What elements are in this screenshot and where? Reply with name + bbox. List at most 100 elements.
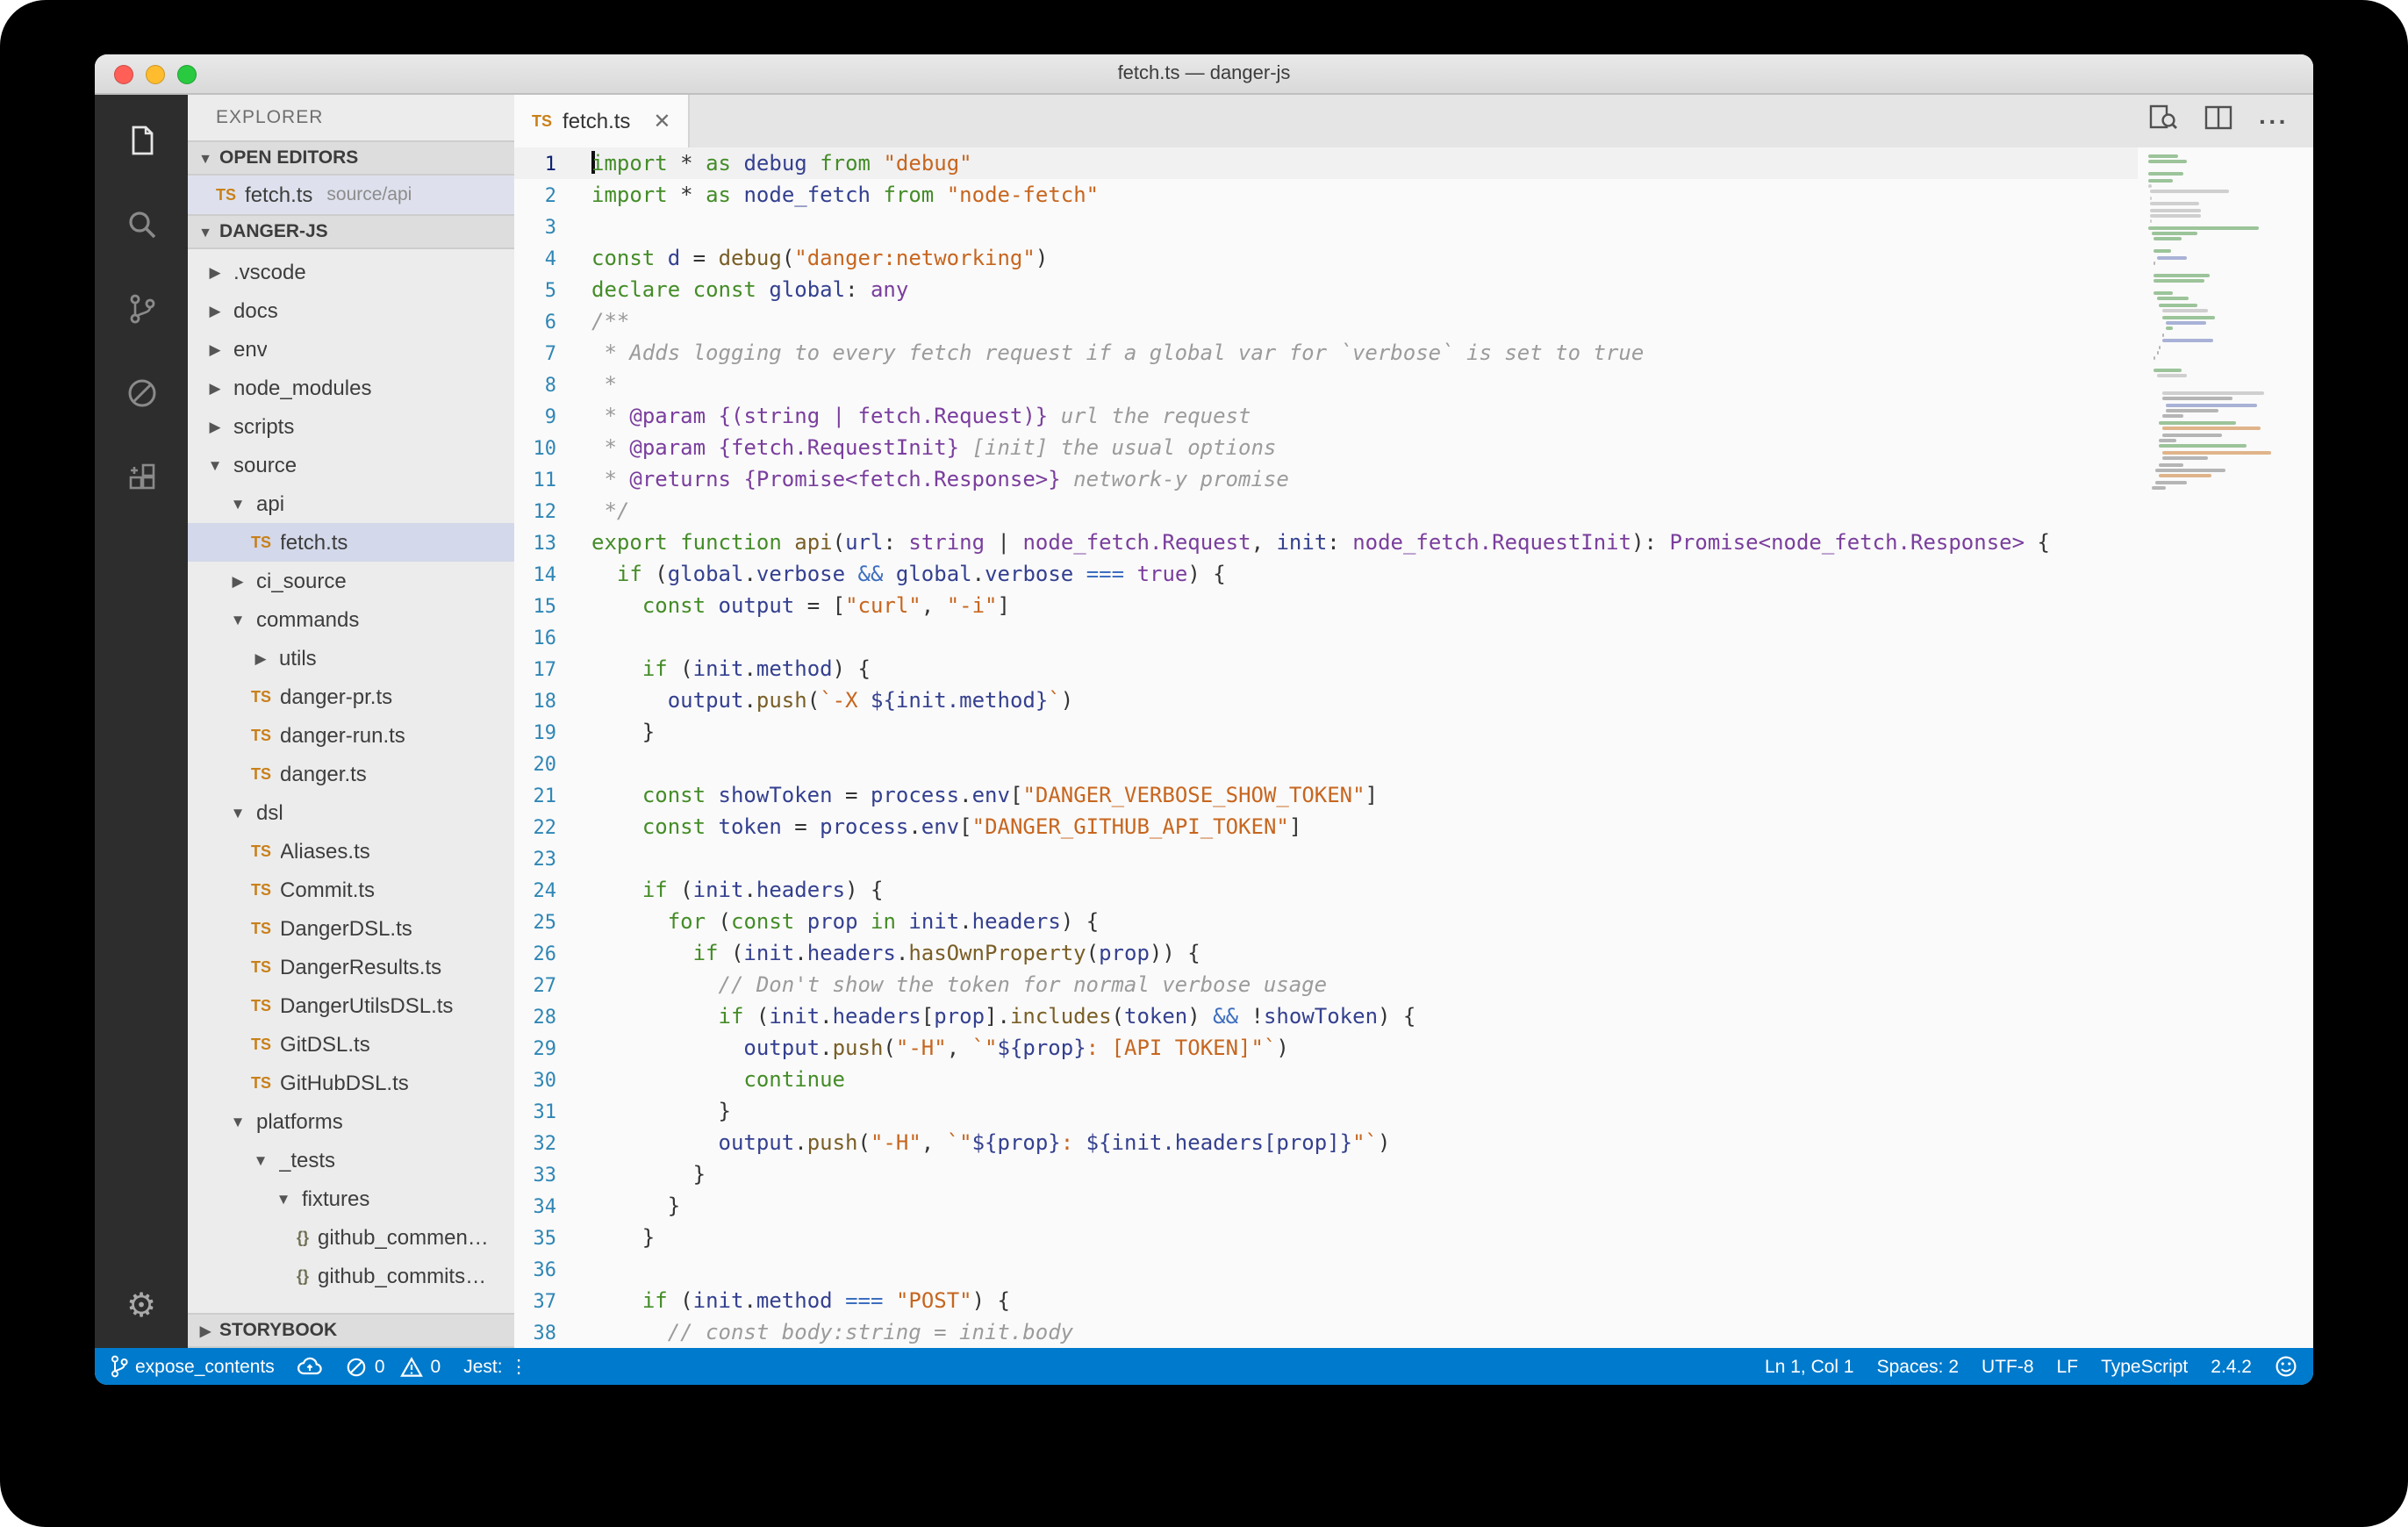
tree-item-GitDSL.ts[interactable]: TS GitDSL.ts	[188, 1025, 514, 1064]
close-button[interactable]	[114, 65, 133, 84]
tree-item-DangerUtilsDSL.ts[interactable]: TS DangerUtilsDSL.ts	[188, 986, 514, 1025]
code-line-25[interactable]: 25 for (const prop in init.headers) {	[514, 906, 2138, 937]
code-line-29[interactable]: 29 output.push("-H", `"${prop}: [API TOK…	[514, 1032, 2138, 1064]
section-storybook[interactable]: ▶ STORYBOOK	[188, 1313, 514, 1348]
tree-item-api[interactable]: ▼ api	[188, 484, 514, 523]
tab-bar: TS fetch.ts ✕ ···	[514, 95, 2313, 147]
activitybar-settings[interactable]: ⚙	[95, 1264, 188, 1348]
status-problems[interactable]: 0 0	[347, 1356, 441, 1377]
tree-item-danger-run.ts[interactable]: TS danger-run.ts	[188, 716, 514, 755]
code-line-2[interactable]: 2 import * as node_fetch from "node-fetch…	[514, 179, 2138, 211]
code-line-1[interactable]: 1 import * as debug from "debug"	[514, 147, 2138, 179]
code-line-10[interactable]: 10 * @param {fetch.RequestInit} [init] t…	[514, 432, 2138, 463]
code-line-15[interactable]: 15 const output = ["curl", "-i"]	[514, 590, 2138, 621]
status-language[interactable]: TypeScript	[2101, 1356, 2188, 1377]
tree-item-node_modules[interactable]: ▶ node_modules	[188, 369, 514, 407]
tree-item-DangerResults.ts[interactable]: TS DangerResults.ts	[188, 948, 514, 986]
tree-item-DangerDSL.ts[interactable]: TS DangerDSL.ts	[188, 909, 514, 948]
code-line-30[interactable]: 30 continue	[514, 1064, 2138, 1095]
code-line-37[interactable]: 37 if (init.method === "POST") {	[514, 1285, 2138, 1316]
code-line-4[interactable]: 4 const d = debug("danger:networking")	[514, 242, 2138, 274]
tree-item-ci_source[interactable]: ▶ ci_source	[188, 562, 514, 600]
tree-item-fetch.ts[interactable]: TS fetch.ts	[188, 523, 514, 562]
activitybar-extensions[interactable]	[95, 439, 188, 523]
tree-item-Aliases.ts[interactable]: TS Aliases.ts	[188, 832, 514, 871]
tree-item-source[interactable]: ▼ source	[188, 446, 514, 484]
close-tab-icon[interactable]: ✕	[653, 109, 670, 133]
section-danger-js[interactable]: ▼ DANGER-JS	[188, 214, 514, 249]
status-encoding[interactable]: UTF-8	[1982, 1356, 2034, 1377]
minimize-button[interactable]	[146, 65, 165, 84]
code-line-5[interactable]: 5 declare const global: any	[514, 274, 2138, 305]
code-line-21[interactable]: 21 const showToken = process.env["DANGER…	[514, 779, 2138, 811]
code-line-36[interactable]: 36	[514, 1253, 2138, 1285]
titlebar[interactable]: fetch.ts — danger-js	[95, 54, 2313, 95]
code-line-38[interactable]: 38 // const body:string = init.body	[514, 1316, 2138, 1348]
feedback-smiley-icon[interactable]	[2275, 1355, 2297, 1378]
code-line-31[interactable]: 31 }	[514, 1095, 2138, 1127]
status-eol[interactable]: LF	[2057, 1356, 2079, 1377]
tree-item-Commit.ts[interactable]: TS Commit.ts	[188, 871, 514, 909]
code-line-28[interactable]: 28 if (init.headers[prop].includes(token…	[514, 1000, 2138, 1032]
tree-item-fixtures[interactable]: ▼ fixtures	[188, 1179, 514, 1218]
tree-item-_tests[interactable]: ▼ _tests	[188, 1141, 514, 1179]
code-line-12[interactable]: 12 */	[514, 495, 2138, 527]
split-editor-icon[interactable]	[2204, 104, 2232, 138]
code-line-34[interactable]: 34 }	[514, 1190, 2138, 1222]
line-number: 3	[544, 216, 556, 239]
status-indentation[interactable]: Spaces: 2	[1877, 1356, 1959, 1377]
tree-item-danger.ts[interactable]: TS danger.ts	[188, 755, 514, 793]
code-line-11[interactable]: 11 * @returns {Promise<fetch.Response>} …	[514, 463, 2138, 495]
activitybar-explorer[interactable]	[95, 102, 188, 186]
section-open-editors[interactable]: ▼ OPEN EDITORS	[188, 140, 514, 176]
code-line-32[interactable]: 32 output.push("-H", `"${prop}: ${init.h…	[514, 1127, 2138, 1158]
search-editor-icon[interactable]	[2148, 103, 2178, 140]
code-line-9[interactable]: 9 * @param {(string | fetch.Request)} ur…	[514, 400, 2138, 432]
tree-item-docs[interactable]: ▶ docs	[188, 291, 514, 330]
code-line-17[interactable]: 17 if (init.method) {	[514, 653, 2138, 685]
code-line-26[interactable]: 26 if (init.headers.hasOwnProperty(prop)…	[514, 937, 2138, 969]
tab-fetch-ts[interactable]: TS fetch.ts ✕	[514, 95, 691, 147]
tree-item-github_commen-[interactable]: {} github_commen…	[188, 1218, 514, 1257]
code-line-13[interactable]: 13 export function api(url: string | node…	[514, 527, 2138, 558]
code-line-14[interactable]: 14 if (global.verbose && global.verbose …	[514, 558, 2138, 590]
tree-item-github_commits-[interactable]: {} github_commits…	[188, 1257, 514, 1295]
status-cursor-position[interactable]: Ln 1, Col 1	[1765, 1356, 1854, 1377]
status-sync[interactable]	[297, 1357, 324, 1376]
code-line-8[interactable]: 8 *	[514, 369, 2138, 400]
tree-item-.vscode[interactable]: ▶ .vscode	[188, 253, 514, 291]
code-line-3[interactable]: 3	[514, 211, 2138, 242]
code-line-18[interactable]: 18 output.push(`-X ${init.method}`)	[514, 685, 2138, 716]
code-line-33[interactable]: 33 }	[514, 1158, 2138, 1190]
code-line-7[interactable]: 7 * Adds logging to every fetch request …	[514, 337, 2138, 369]
status-git-branch[interactable]: expose_contents	[111, 1355, 275, 1378]
tree-item-commands[interactable]: ▼ commands	[188, 600, 514, 639]
tree-item-danger-pr.ts[interactable]: TS danger-pr.ts	[188, 677, 514, 716]
tree-item-platforms[interactable]: ▼ platforms	[188, 1102, 514, 1141]
code-line-22[interactable]: 22 const token = process.env["DANGER_GIT…	[514, 811, 2138, 842]
tree-item-env[interactable]: ▶ env	[188, 330, 514, 369]
code-line-16[interactable]: 16	[514, 621, 2138, 653]
tree-item-GitHubDSL.ts[interactable]: TS GitHubDSL.ts	[188, 1064, 514, 1102]
code-line-35[interactable]: 35 }	[514, 1222, 2138, 1253]
tree-item-scripts[interactable]: ▶ scripts	[188, 407, 514, 446]
code-line-27[interactable]: 27 // Don't show the token for normal ve…	[514, 969, 2138, 1000]
code-line-20[interactable]: 20	[514, 748, 2138, 779]
activitybar-debug[interactable]	[95, 355, 188, 439]
minimap[interactable]	[2148, 154, 2292, 492]
tree-item-utils[interactable]: ▶ utils	[188, 639, 514, 677]
code-line-6[interactable]: 6/**	[514, 305, 2138, 337]
status-extension-version[interactable]: 2.4.2	[2211, 1356, 2252, 1377]
json-file-icon: {}	[297, 1267, 310, 1285]
status-jest[interactable]: Jest: ⋮	[463, 1356, 527, 1377]
code-line-24[interactable]: 24 if (init.headers) {	[514, 874, 2138, 906]
more-actions-icon[interactable]: ···	[2259, 109, 2289, 133]
activitybar-source-control[interactable]	[95, 270, 188, 355]
code-editor[interactable]: 1 import * as debug from "debug" 2 import *…	[514, 147, 2313, 1348]
zoom-button[interactable]	[177, 65, 197, 84]
tree-item-dsl[interactable]: ▼ dsl	[188, 793, 514, 832]
code-line-23[interactable]: 23	[514, 842, 2138, 874]
open-editor-item-fetch-ts[interactable]: TS fetch.ts source/api	[188, 176, 514, 214]
code-line-19[interactable]: 19 }	[514, 716, 2138, 748]
activitybar-search[interactable]	[95, 186, 188, 270]
